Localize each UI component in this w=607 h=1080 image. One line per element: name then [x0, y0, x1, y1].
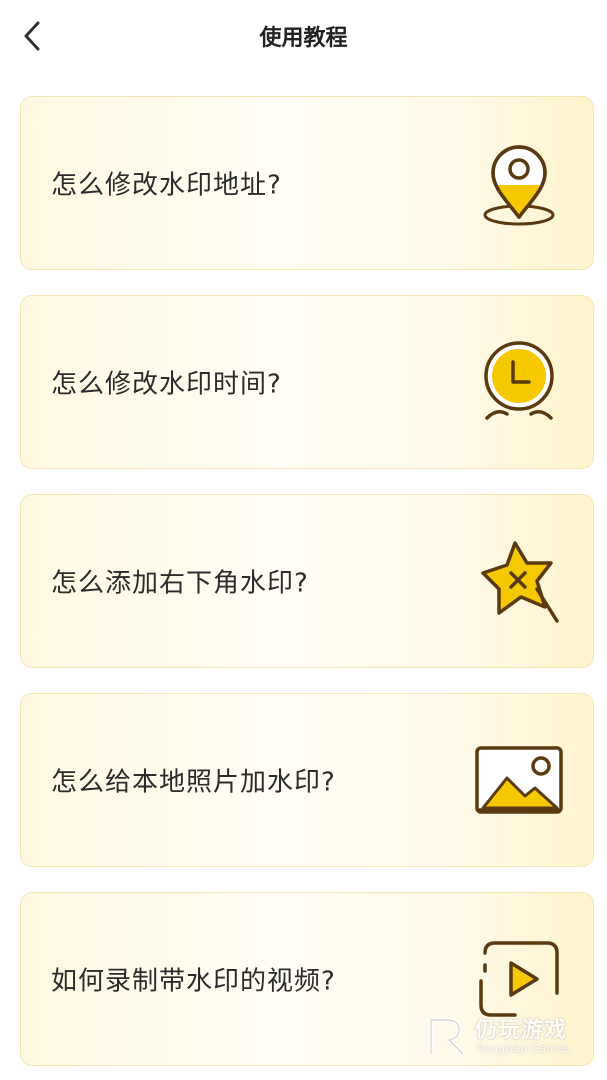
watermark-name: 仍玩游戏: [475, 1018, 568, 1043]
tutorial-card-edit-address[interactable]: 怎么修改水印地址?: [20, 96, 594, 270]
tutorial-card-label: 怎么修改水印时间?: [51, 369, 282, 400]
tutorial-card-watermark-local-photo[interactable]: 怎么给本地照片加水印?: [20, 693, 594, 867]
watermark-overlay: 仍玩游戏 Rengwan Games: [425, 1008, 585, 1064]
page-title: 使用教程: [259, 26, 348, 51]
image-icon: [471, 732, 567, 828]
alarm-clock-icon: [471, 334, 567, 430]
star-sticker-icon: [471, 533, 567, 629]
tutorial-card-label: 怎么修改水印地址?: [51, 170, 282, 201]
tutorial-card-label: 怎么给本地照片加水印?: [51, 767, 336, 798]
brand-logo-icon: [428, 1017, 465, 1056]
tutorial-card-add-corner-watermark[interactable]: 怎么添加右下角水印?: [20, 494, 594, 668]
tutorial-card-edit-time[interactable]: 怎么修改水印时间?: [20, 295, 594, 469]
location-pin-icon: [471, 135, 567, 231]
watermark-subtitle: Rengwan Games: [477, 1042, 570, 1055]
tutorial-card-label: 如何录制带水印的视频?: [51, 966, 336, 997]
tutorial-card-label: 怎么添加右下角水印?: [51, 568, 309, 599]
top-bar: 使用教程: [0, 0, 607, 72]
